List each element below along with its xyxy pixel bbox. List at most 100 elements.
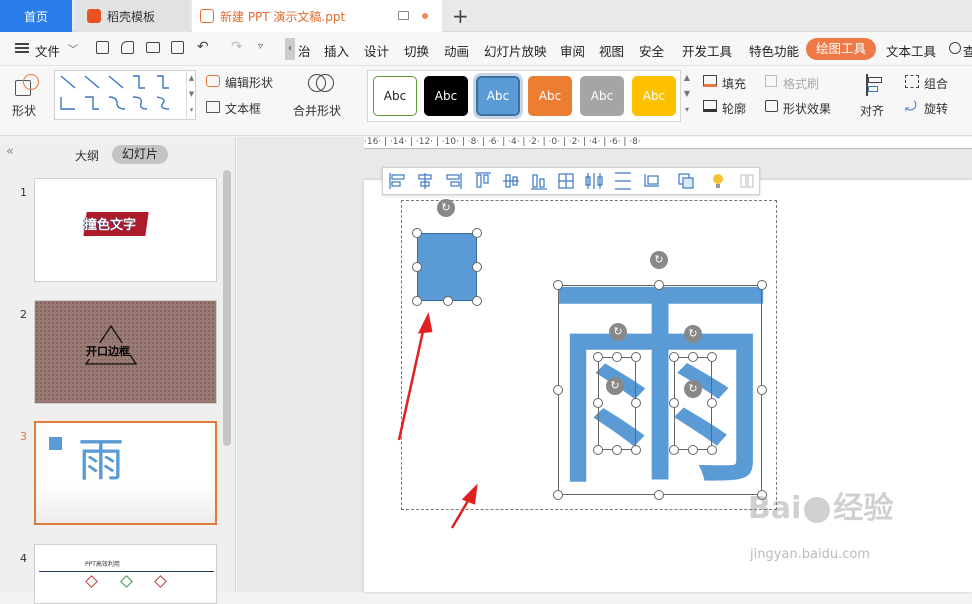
resize-handle[interactable] <box>757 385 767 395</box>
resize-handle[interactable] <box>553 490 563 500</box>
resize-handle[interactable] <box>412 228 422 238</box>
menu-slideshow[interactable]: 幻灯片放映 <box>484 41 547 60</box>
resize-handle[interactable] <box>688 445 698 455</box>
style-black[interactable]: Abc <box>424 76 468 116</box>
slide-thumbnail-3-selected[interactable]: 雨 <box>34 421 217 525</box>
style-blue[interactable]: Abc <box>473 73 523 119</box>
format-brush-button[interactable]: 格式刷 <box>783 75 819 92</box>
resize-handle[interactable] <box>612 352 622 362</box>
chevron-down-icon[interactable]: ﹀ <box>68 41 78 56</box>
tab-template[interactable]: 稻壳模板 <box>75 0 190 32</box>
resize-handle[interactable] <box>707 352 717 362</box>
group-button[interactable]: 组合 <box>924 75 948 92</box>
export-icon[interactable] <box>121 41 134 54</box>
resize-handle[interactable] <box>707 445 717 455</box>
menu-review[interactable]: 审阅 <box>560 41 585 60</box>
rotate-handle-icon[interactable]: ↻ <box>684 380 702 398</box>
collapse-panel-icon[interactable]: « <box>6 144 14 159</box>
rotate-handle-icon[interactable]: ↻ <box>650 251 668 269</box>
resize-handle[interactable] <box>707 398 717 408</box>
menu-transition[interactable]: 切换 <box>404 41 429 60</box>
shape-effect-button[interactable]: 形状效果 <box>783 100 831 117</box>
resize-handle[interactable] <box>669 445 679 455</box>
resize-handle[interactable] <box>654 280 664 290</box>
rotate-handle-icon[interactable]: ↻ <box>437 199 455 217</box>
monitor-icon[interactable] <box>398 11 409 20</box>
style-gallery-more[interactable]: ▲ ▼ ▾ <box>682 70 692 122</box>
style-outline-green[interactable]: Abc <box>373 76 417 116</box>
slide-thumbnail-4[interactable]: PPT高效利用 <box>34 544 217 604</box>
tab-outline[interactable]: 大纲 <box>75 147 99 164</box>
menu-insert[interactable]: 插入 <box>324 41 349 60</box>
resize-handle[interactable] <box>593 445 603 455</box>
tab-document[interactable]: 新建 PPT 演示文稿.ppt <box>192 0 442 32</box>
shape-icon[interactable] <box>15 74 41 98</box>
menu-item-fragment[interactable]: 治 <box>298 41 311 60</box>
redo-icon[interactable]: ↷ <box>231 39 243 55</box>
resize-handle[interactable] <box>553 280 563 290</box>
format-brush-icon[interactable] <box>765 75 777 87</box>
resize-handle[interactable] <box>472 296 482 306</box>
rotate-button[interactable]: 旋转 <box>924 100 948 117</box>
style-gray[interactable]: Abc <box>580 76 624 116</box>
edit-shape-icon[interactable] <box>206 75 220 87</box>
resize-handle[interactable] <box>631 398 641 408</box>
rotate-handle-icon[interactable]: ↻ <box>606 377 624 395</box>
text-box-button[interactable]: 文本框 <box>225 100 261 117</box>
menu-drawing-tools[interactable]: 绘图工具 <box>806 38 876 60</box>
print-preview-icon[interactable] <box>171 41 184 54</box>
rotate-handle-icon[interactable]: ↻ <box>609 323 627 341</box>
resize-handle[interactable] <box>669 398 679 408</box>
tab-slides[interactable]: 幻灯片 <box>112 145 168 164</box>
menu-text-tools[interactable]: 文本工具 <box>886 41 936 60</box>
menu-developer[interactable]: 开发工具 <box>682 41 732 60</box>
group-icon[interactable] <box>905 75 919 88</box>
menu-features[interactable]: 特色功能 <box>749 41 799 60</box>
outline-icon[interactable] <box>703 100 717 112</box>
shape-button[interactable]: 形状 <box>12 102 36 119</box>
menu-view[interactable]: 视图 <box>599 41 624 60</box>
resize-handle[interactable] <box>631 445 641 455</box>
merge-shape-icon[interactable] <box>308 72 334 96</box>
menu-file[interactable]: 文件 <box>35 41 60 60</box>
align-icon[interactable] <box>866 74 886 96</box>
style-orange[interactable]: Abc <box>528 76 572 116</box>
gallery-scroll[interactable]: ▲ ▼ ▾ <box>186 70 196 120</box>
fill-button[interactable]: 填充 <box>722 75 746 92</box>
resize-handle[interactable] <box>593 352 603 362</box>
resize-handle[interactable] <box>412 262 422 272</box>
resize-handle[interactable] <box>654 490 664 500</box>
resize-handle[interactable] <box>757 280 767 290</box>
align-button[interactable]: 对齐 <box>860 102 884 119</box>
slide-thumbnail-1[interactable]: 撞色文字 <box>34 178 217 282</box>
save-icon[interactable] <box>96 41 109 54</box>
scroll-left-icon[interactable]: ‹ <box>285 38 295 60</box>
text-box-icon[interactable] <box>206 101 220 113</box>
blue-square-shape[interactable] <box>417 233 477 301</box>
menu-animation[interactable]: 动画 <box>444 41 469 60</box>
new-tab-button[interactable]: + <box>452 4 469 28</box>
outline-button[interactable]: 轮廓 <box>722 100 746 117</box>
menu-design[interactable]: 设计 <box>364 41 389 60</box>
resize-handle[interactable] <box>472 262 482 272</box>
shape-effect-icon[interactable] <box>765 100 778 112</box>
resize-handle[interactable] <box>412 296 422 306</box>
resize-handle[interactable] <box>669 352 679 362</box>
search-label[interactable]: 查 <box>963 41 972 60</box>
hamburger-icon[interactable] <box>15 43 29 53</box>
rotate-handle-icon[interactable]: ↻ <box>684 325 702 343</box>
more-icon[interactable]: ▿ <box>258 41 263 52</box>
merge-shape-button[interactable]: 合并形状 <box>293 102 341 119</box>
resize-handle[interactable] <box>631 352 641 362</box>
style-yellow[interactable]: Abc <box>632 76 676 116</box>
print-icon[interactable] <box>146 42 160 53</box>
search-icon[interactable] <box>949 42 961 54</box>
edit-shape-button[interactable]: 编辑形状 <box>225 74 273 91</box>
line-style-gallery[interactable] <box>54 70 196 120</box>
fill-icon[interactable] <box>703 75 717 87</box>
resize-handle[interactable] <box>553 385 563 395</box>
resize-handle[interactable] <box>688 352 698 362</box>
resize-handle[interactable] <box>593 398 603 408</box>
resize-handle[interactable] <box>612 445 622 455</box>
resize-handle[interactable] <box>443 296 453 306</box>
